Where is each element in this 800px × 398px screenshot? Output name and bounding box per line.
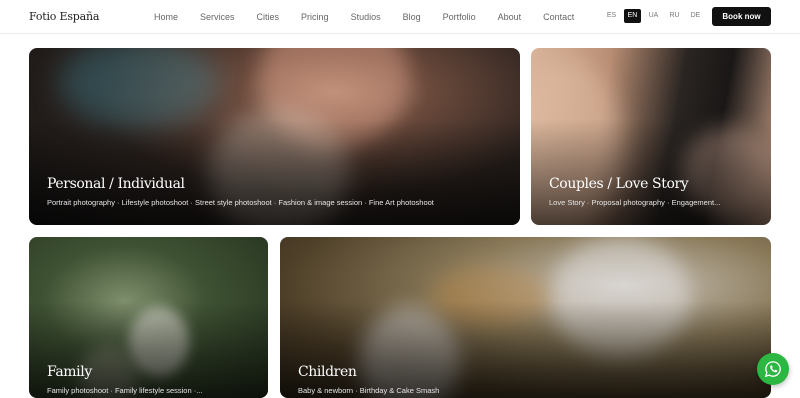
lang-en[interactable]: EN	[624, 9, 641, 23]
main-nav: Home Services Cities Pricing Studios Blo…	[154, 12, 596, 22]
whatsapp-icon	[764, 361, 781, 378]
nav-about[interactable]: About	[498, 12, 522, 22]
card-title: Personal / Individual	[47, 176, 185, 192]
nav-services[interactable]: Services	[200, 12, 235, 22]
nav-home[interactable]: Home	[154, 12, 178, 22]
lang-ru[interactable]: RU	[666, 9, 683, 23]
site-header: Fotio España Home Services Cities Pricin…	[0, 0, 800, 34]
nav-pricing[interactable]: Pricing	[301, 12, 329, 22]
card-title: Children	[298, 364, 357, 380]
card-couples[interactable]: Couples / Love Story Love Story · Propos…	[531, 48, 771, 225]
card-family[interactable]: Family Family photoshoot · Family lifest…	[29, 237, 268, 398]
card-title: Couples / Love Story	[549, 176, 689, 192]
card-subtitle: Portrait photography · Lifestyle photosh…	[47, 198, 434, 207]
card-personal[interactable]: Personal / Individual Portrait photograp…	[29, 48, 520, 225]
nav-contact[interactable]: Contact	[543, 12, 574, 22]
card-subtitle: Baby & newborn · Birthday & Cake Smash	[298, 386, 440, 395]
card-subtitle: Love Story · Proposal photography · Enga…	[549, 198, 721, 207]
language-switcher: ES EN UA RU DE	[603, 9, 704, 23]
card-children[interactable]: Children Baby & newborn · Birthday & Cak…	[280, 237, 771, 398]
site-logo[interactable]: Fotio España	[29, 10, 99, 23]
lang-es[interactable]: ES	[603, 9, 620, 23]
lang-ua[interactable]: UA	[645, 9, 662, 23]
lang-de[interactable]: DE	[687, 9, 704, 23]
smoke-decoration	[59, 48, 219, 128]
whatsapp-button[interactable]	[757, 353, 789, 385]
book-now-button[interactable]: Book now	[712, 7, 771, 26]
nav-blog[interactable]: Blog	[403, 12, 421, 22]
nav-portfolio[interactable]: Portfolio	[443, 12, 476, 22]
card-subtitle: Family photoshoot · Family lifestyle ses…	[47, 386, 203, 395]
card-title: Family	[47, 364, 92, 380]
nav-cities[interactable]: Cities	[257, 12, 280, 22]
nav-studios[interactable]: Studios	[351, 12, 381, 22]
